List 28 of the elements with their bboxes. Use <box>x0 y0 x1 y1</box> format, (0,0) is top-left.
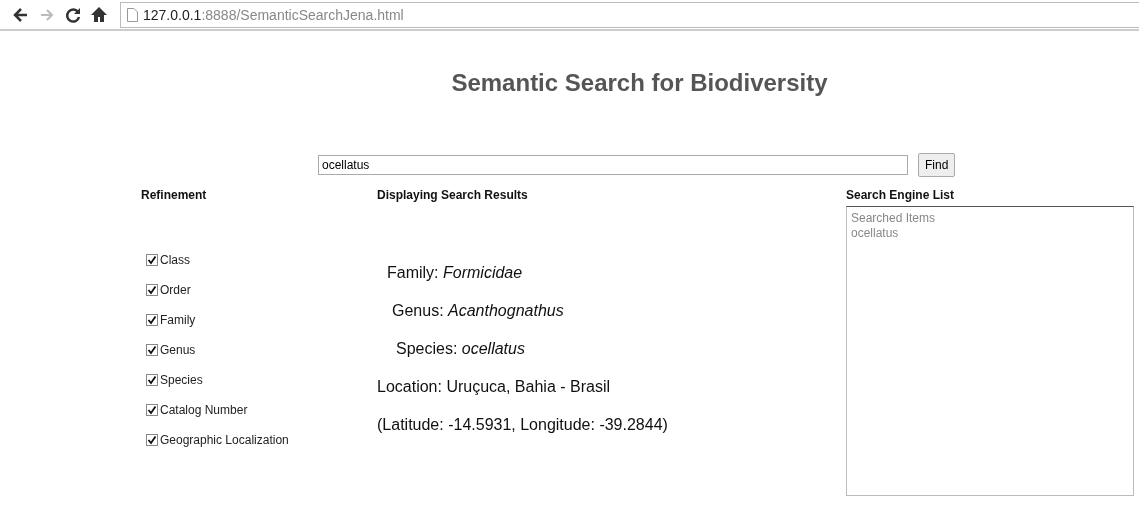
search-engine-list[interactable]: Searched Items ocellatus <box>846 206 1134 496</box>
checkbox-label: Species <box>160 372 203 387</box>
checkbox[interactable] <box>146 373 158 386</box>
checkbox-label: Geographic Localization <box>160 432 289 447</box>
refinement-heading: Refinement <box>141 188 208 202</box>
result-text: Family: Formicidae <box>387 264 523 281</box>
result-text: Location: Uruçuca, Bahia - Brasil <box>377 378 610 395</box>
checkbox[interactable] <box>146 343 158 356</box>
checkbox[interactable] <box>146 403 158 416</box>
address-bar[interactable]: 127.0.0.1:8888/SemanticSearchJena.html <box>143 6 404 23</box>
result-text: (Latitude: -14.5931, Longitude: -39.2844) <box>377 416 668 433</box>
checkbox[interactable] <box>146 433 158 446</box>
checkbox[interactable] <box>146 313 158 326</box>
engine-list-heading: Search Engine List <box>846 188 956 202</box>
checkbox-label: Order <box>160 282 191 297</box>
checkbox-label: Family <box>160 312 196 327</box>
checkbox[interactable] <box>146 253 158 266</box>
checkbox-label: Catalog Number <box>160 402 248 417</box>
results-heading: Displaying Search Results <box>377 188 529 202</box>
page-title: Semantic Search for Biodiversity <box>450 69 829 98</box>
page-icon <box>127 7 138 22</box>
checkbox-label: Genus <box>160 342 196 357</box>
checkbox-label: Class <box>160 252 190 267</box>
checkbox[interactable] <box>146 283 158 296</box>
search-field[interactable]: ocellatus <box>318 155 908 175</box>
result-text: Species: ocellatus <box>396 340 525 357</box>
result-text: Genus: Acanthognathus <box>392 302 564 319</box>
find-button[interactable]: Find <box>918 153 956 177</box>
